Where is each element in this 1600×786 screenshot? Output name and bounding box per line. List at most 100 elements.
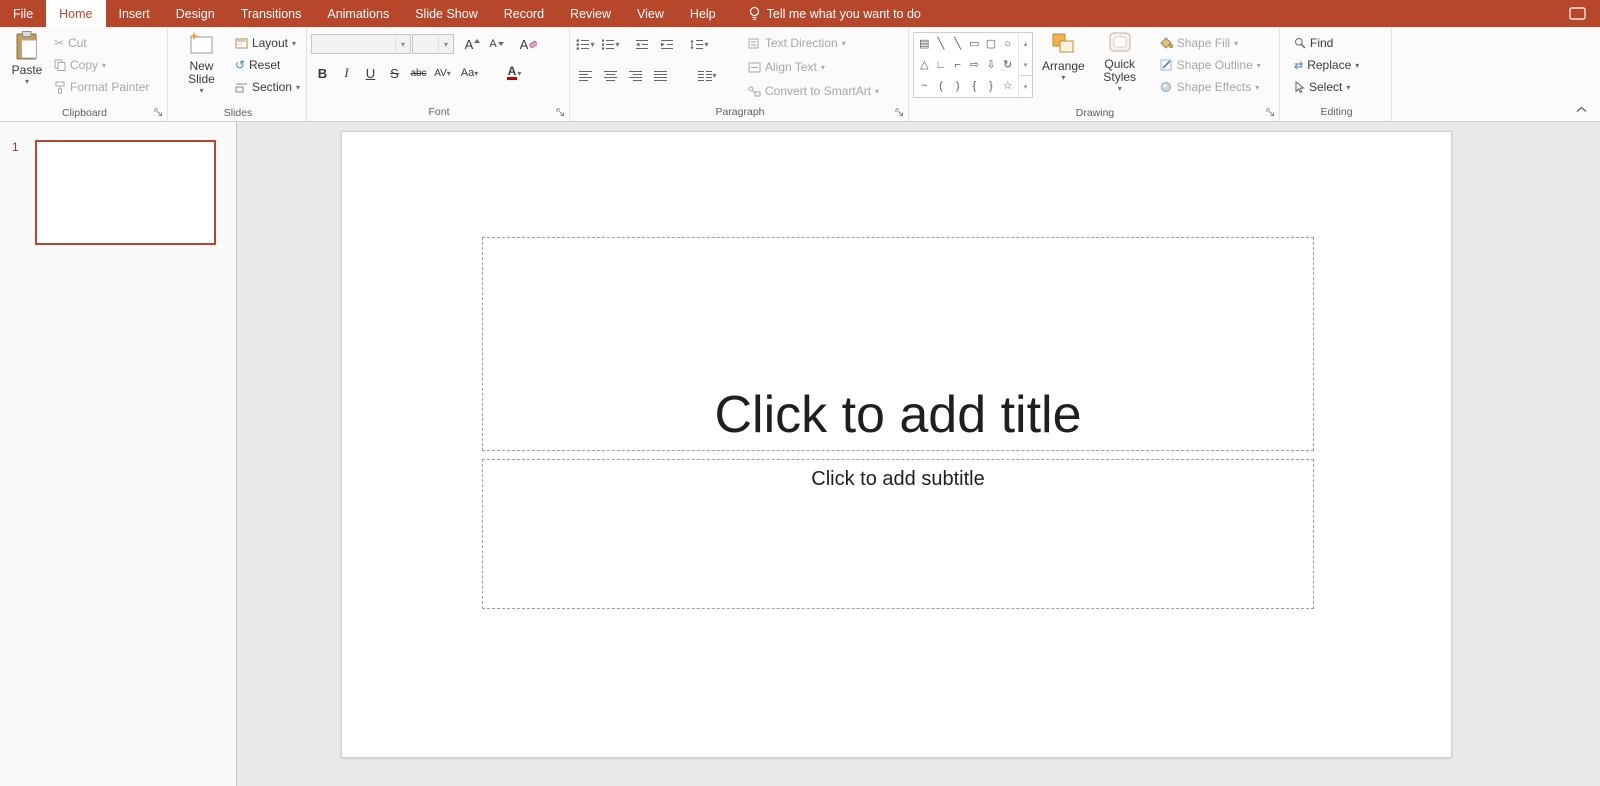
copy-icon — [54, 59, 66, 71]
decrease-font-size-button[interactable]: A — [485, 33, 508, 55]
align-text-button[interactable]: Align Text ▾ — [744, 55, 883, 79]
slide-thumbnail[interactable] — [35, 140, 216, 245]
text-shadow-button[interactable]: abc — [407, 62, 430, 84]
tab-file[interactable]: File — [0, 0, 46, 27]
shape-elbow-arrow-icon[interactable]: ⌐ — [954, 59, 960, 71]
font-size-dropdown-icon[interactable]: ▾ — [438, 35, 453, 53]
shape-effects-button[interactable]: Shape Effects ▾ — [1156, 76, 1265, 98]
tab-view[interactable]: View — [624, 0, 677, 27]
title-placeholder-text: Click to add title — [714, 385, 1082, 444]
shape-textbox-icon[interactable]: ▤ — [919, 38, 929, 50]
shape-rectangle-icon[interactable]: ▭ — [969, 38, 979, 50]
font-name-combo[interactable]: ▾ — [311, 34, 411, 54]
shape-arc-icon[interactable]: ( — [939, 80, 943, 92]
format-painter-button[interactable]: Format Painter — [50, 76, 153, 98]
shape-elbow-icon[interactable]: ∟ — [936, 59, 947, 71]
shape-rounded-rectangle-icon[interactable]: ▢ — [986, 38, 996, 50]
justify-button[interactable] — [649, 64, 672, 86]
clipboard-dialog-launcher[interactable] — [153, 107, 164, 118]
font-dialog-launcher[interactable] — [555, 107, 566, 118]
tab-animations[interactable]: Animations — [314, 0, 402, 27]
subtitle-placeholder[interactable]: Click to add subtitle — [482, 459, 1314, 609]
title-placeholder[interactable]: Click to add title — [482, 237, 1314, 451]
align-center-button[interactable] — [599, 64, 622, 86]
shape-scribble-icon[interactable]: ~ — [921, 80, 927, 92]
cut-button[interactable]: ✂ Cut — [50, 32, 153, 54]
shape-arrow-line-icon[interactable]: ╲ — [954, 38, 961, 50]
paragraph-dialog-launcher[interactable] — [894, 107, 905, 118]
tab-design[interactable]: Design — [163, 0, 228, 27]
convert-to-smartart-button[interactable]: Convert to SmartArt ▾ — [744, 79, 883, 103]
clear-formatting-button[interactable]: A — [517, 33, 540, 55]
new-slide-button[interactable]: New Slide ▾ — [172, 29, 231, 105]
shape-fill-button[interactable]: Shape Fill ▾ — [1156, 32, 1265, 54]
shape-left-brace-icon[interactable]: { — [972, 80, 976, 92]
paste-button[interactable]: Paste ▾ — [4, 29, 50, 105]
layout-button[interactable]: Layout ▾ — [231, 32, 304, 54]
shapes-more-button[interactable]: ▾ — [1019, 75, 1032, 97]
paragraph-group: ▾ ▾ ▾ ▾ Text Direction ▾ Align Text ▾ Co… — [570, 27, 909, 121]
shape-triangle-icon[interactable]: △ — [920, 59, 928, 71]
align-left-button[interactable] — [574, 64, 597, 86]
columns-button[interactable]: ▾ — [696, 64, 719, 86]
tell-me-box[interactable]: Tell me what you want to do — [739, 0, 931, 27]
shapes-scroll-down-button[interactable]: ▾ — [1019, 54, 1032, 75]
text-direction-dropdown-icon: ▾ — [841, 38, 846, 48]
change-case-dropdown-icon: ▾ — [474, 68, 479, 78]
bold-button[interactable]: B — [311, 62, 334, 84]
numbering-button[interactable]: ▾ — [599, 33, 622, 55]
section-button[interactable]: Section ▾ — [231, 76, 304, 98]
tab-transitions[interactable]: Transitions — [228, 0, 315, 27]
change-case-button[interactable]: Aa ▾ — [455, 62, 484, 84]
drawing-dialog-launcher[interactable] — [1265, 107, 1276, 118]
tab-home[interactable]: Home — [46, 0, 106, 27]
character-spacing-button[interactable]: AV ▾ — [431, 62, 454, 84]
find-button[interactable]: Find — [1290, 32, 1363, 54]
paste-dropdown-icon[interactable]: ▾ — [25, 77, 29, 86]
new-slide-dropdown-icon[interactable]: ▾ — [199, 86, 203, 95]
tab-record[interactable]: Record — [491, 0, 557, 27]
line-spacing-button[interactable]: ▾ — [688, 33, 711, 55]
arrange-dropdown-icon[interactable]: ▾ — [1061, 73, 1065, 82]
text-direction-button[interactable]: Text Direction ▾ — [744, 31, 883, 55]
bullets-button[interactable]: ▾ — [574, 33, 597, 55]
shape-curve-icon[interactable]: ) — [956, 80, 960, 92]
align-right-button[interactable] — [624, 64, 647, 86]
paint-bucket-icon — [1160, 37, 1173, 49]
shape-line-icon[interactable]: ╲ — [938, 38, 945, 50]
quick-styles-dropdown-icon[interactable]: ▾ — [1118, 84, 1122, 93]
reset-button[interactable]: ↺ Reset — [231, 54, 304, 76]
smartart-icon — [748, 86, 761, 96]
decrease-indent-button[interactable] — [630, 33, 653, 55]
font-name-dropdown-icon[interactable]: ▾ — [395, 35, 410, 53]
grow-font-letter: A — [464, 36, 474, 52]
arrange-button[interactable]: Arrange ▾ — [1037, 29, 1090, 105]
increase-font-size-button[interactable]: A — [461, 33, 484, 55]
tab-insert[interactable]: Insert — [106, 0, 163, 27]
shape-star-icon[interactable]: ☆ — [1003, 80, 1013, 92]
slide-surface[interactable]: Click to add title Click to add subtitle — [341, 131, 1452, 758]
shape-down-arrow-icon[interactable]: ⇩ — [986, 59, 995, 71]
shapes-scroll-up-button[interactable]: ▴ — [1019, 33, 1032, 54]
feedback-button[interactable] — [1569, 0, 1600, 27]
shape-circular-arrow-icon[interactable]: ↻ — [1003, 59, 1012, 71]
copy-button[interactable]: Copy ▾ — [50, 54, 153, 76]
font-color-dropdown-icon[interactable]: ▾ — [517, 69, 521, 78]
increase-indent-button[interactable] — [655, 33, 678, 55]
shape-outline-button[interactable]: Shape Outline ▾ — [1156, 54, 1265, 76]
select-button[interactable]: Select ▾ — [1290, 76, 1363, 98]
tab-help[interactable]: Help — [677, 0, 729, 27]
underline-button[interactable]: U — [359, 62, 382, 84]
tab-slide-show[interactable]: Slide Show — [402, 0, 491, 27]
quick-styles-button[interactable]: Quick Styles ▾ — [1090, 29, 1150, 105]
tab-review[interactable]: Review — [557, 0, 624, 27]
strikethrough-button[interactable]: S — [383, 62, 406, 84]
replace-button[interactable]: ⇄ Replace ▾ — [1290, 54, 1363, 76]
font-size-combo[interactable]: ▾ — [412, 34, 454, 54]
collapse-ribbon-button[interactable] — [1576, 102, 1587, 116]
shape-right-arrow-icon[interactable]: ⇨ — [970, 59, 979, 71]
italic-button[interactable]: I — [335, 62, 358, 84]
font-color-button[interactable]: A ▾ — [499, 62, 529, 84]
shape-right-brace-icon[interactable]: } — [989, 80, 993, 92]
shape-oval-icon[interactable]: ○ — [1004, 38, 1011, 50]
